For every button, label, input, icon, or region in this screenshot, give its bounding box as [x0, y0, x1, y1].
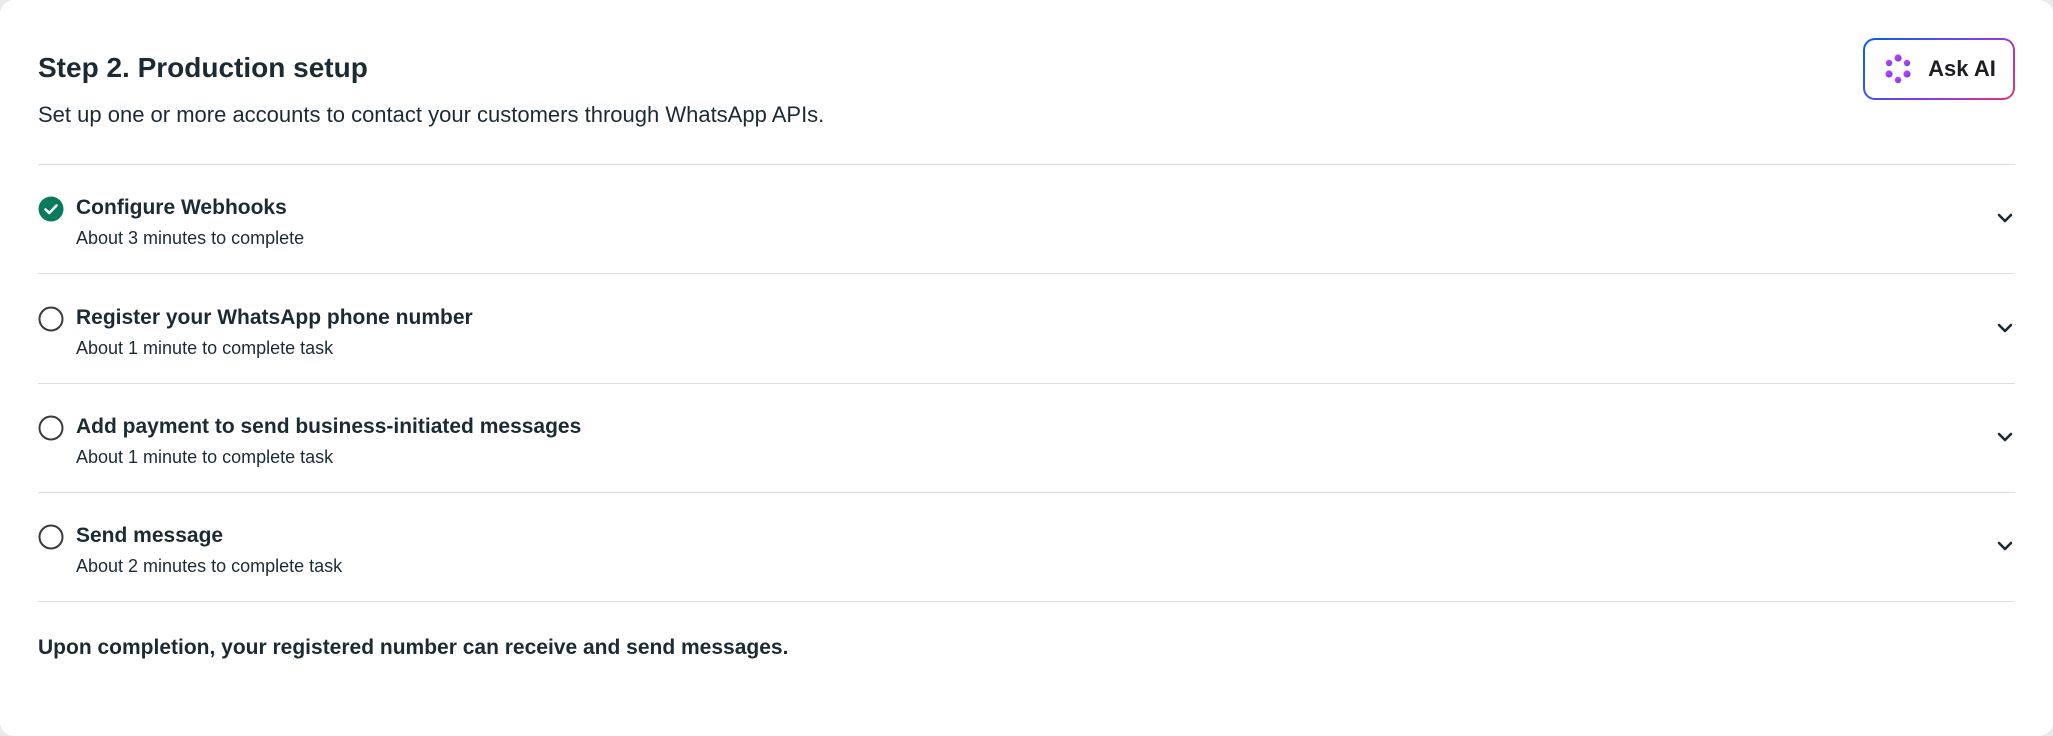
step-title: Send message — [76, 524, 224, 547]
chevron-down-icon[interactable] — [1995, 318, 2015, 338]
step-subtitle: About 2 minutes to complete task — [76, 556, 343, 576]
page-subtitle: Set up one or more accounts to contact y… — [38, 102, 825, 127]
ask-ai-button[interactable]: Ask AI — [1863, 38, 2015, 100]
check-circle-icon — [38, 196, 64, 222]
production-setup-card: Step 2. Production setup Set up one or m… — [0, 0, 2053, 736]
divider — [38, 601, 2015, 602]
chevron-down-icon[interactable] — [1995, 536, 2015, 556]
ask-ai-label: Ask AI — [1928, 56, 1996, 81]
completion-note: Upon completion, your registered number … — [38, 636, 789, 659]
step-subtitle: About 1 minute to complete task — [76, 447, 334, 467]
divider — [38, 492, 2015, 493]
step-send-message[interactable]: Send message About 2 minutes to complete… — [38, 522, 2015, 630]
chevron-down-icon[interactable] — [1995, 427, 2015, 447]
step-title: Register your WhatsApp phone number — [76, 306, 473, 329]
step-subtitle: About 1 minute to complete task — [76, 338, 334, 358]
step-subtitle: About 3 minutes to complete — [76, 228, 305, 248]
step-add-payment[interactable]: Add payment to send business-initiated m… — [38, 413, 2015, 521]
step-configure-webhooks[interactable]: Configure Webhooks About 3 minutes to co… — [38, 194, 2015, 302]
divider — [38, 273, 2015, 274]
page-title: Step 2. Production setup — [38, 52, 368, 83]
empty-circle-icon — [38, 524, 64, 550]
divider — [38, 164, 2015, 165]
empty-circle-icon — [38, 415, 64, 441]
ai-sparkle-icon — [1882, 53, 1914, 85]
step-title: Configure Webhooks — [76, 196, 287, 219]
step-register-phone-number[interactable]: Register your WhatsApp phone number Abou… — [38, 304, 2015, 412]
divider — [38, 383, 2015, 384]
chevron-down-icon[interactable] — [1995, 208, 2015, 228]
step-title: Add payment to send business-initiated m… — [76, 415, 582, 438]
empty-circle-icon — [38, 306, 64, 332]
